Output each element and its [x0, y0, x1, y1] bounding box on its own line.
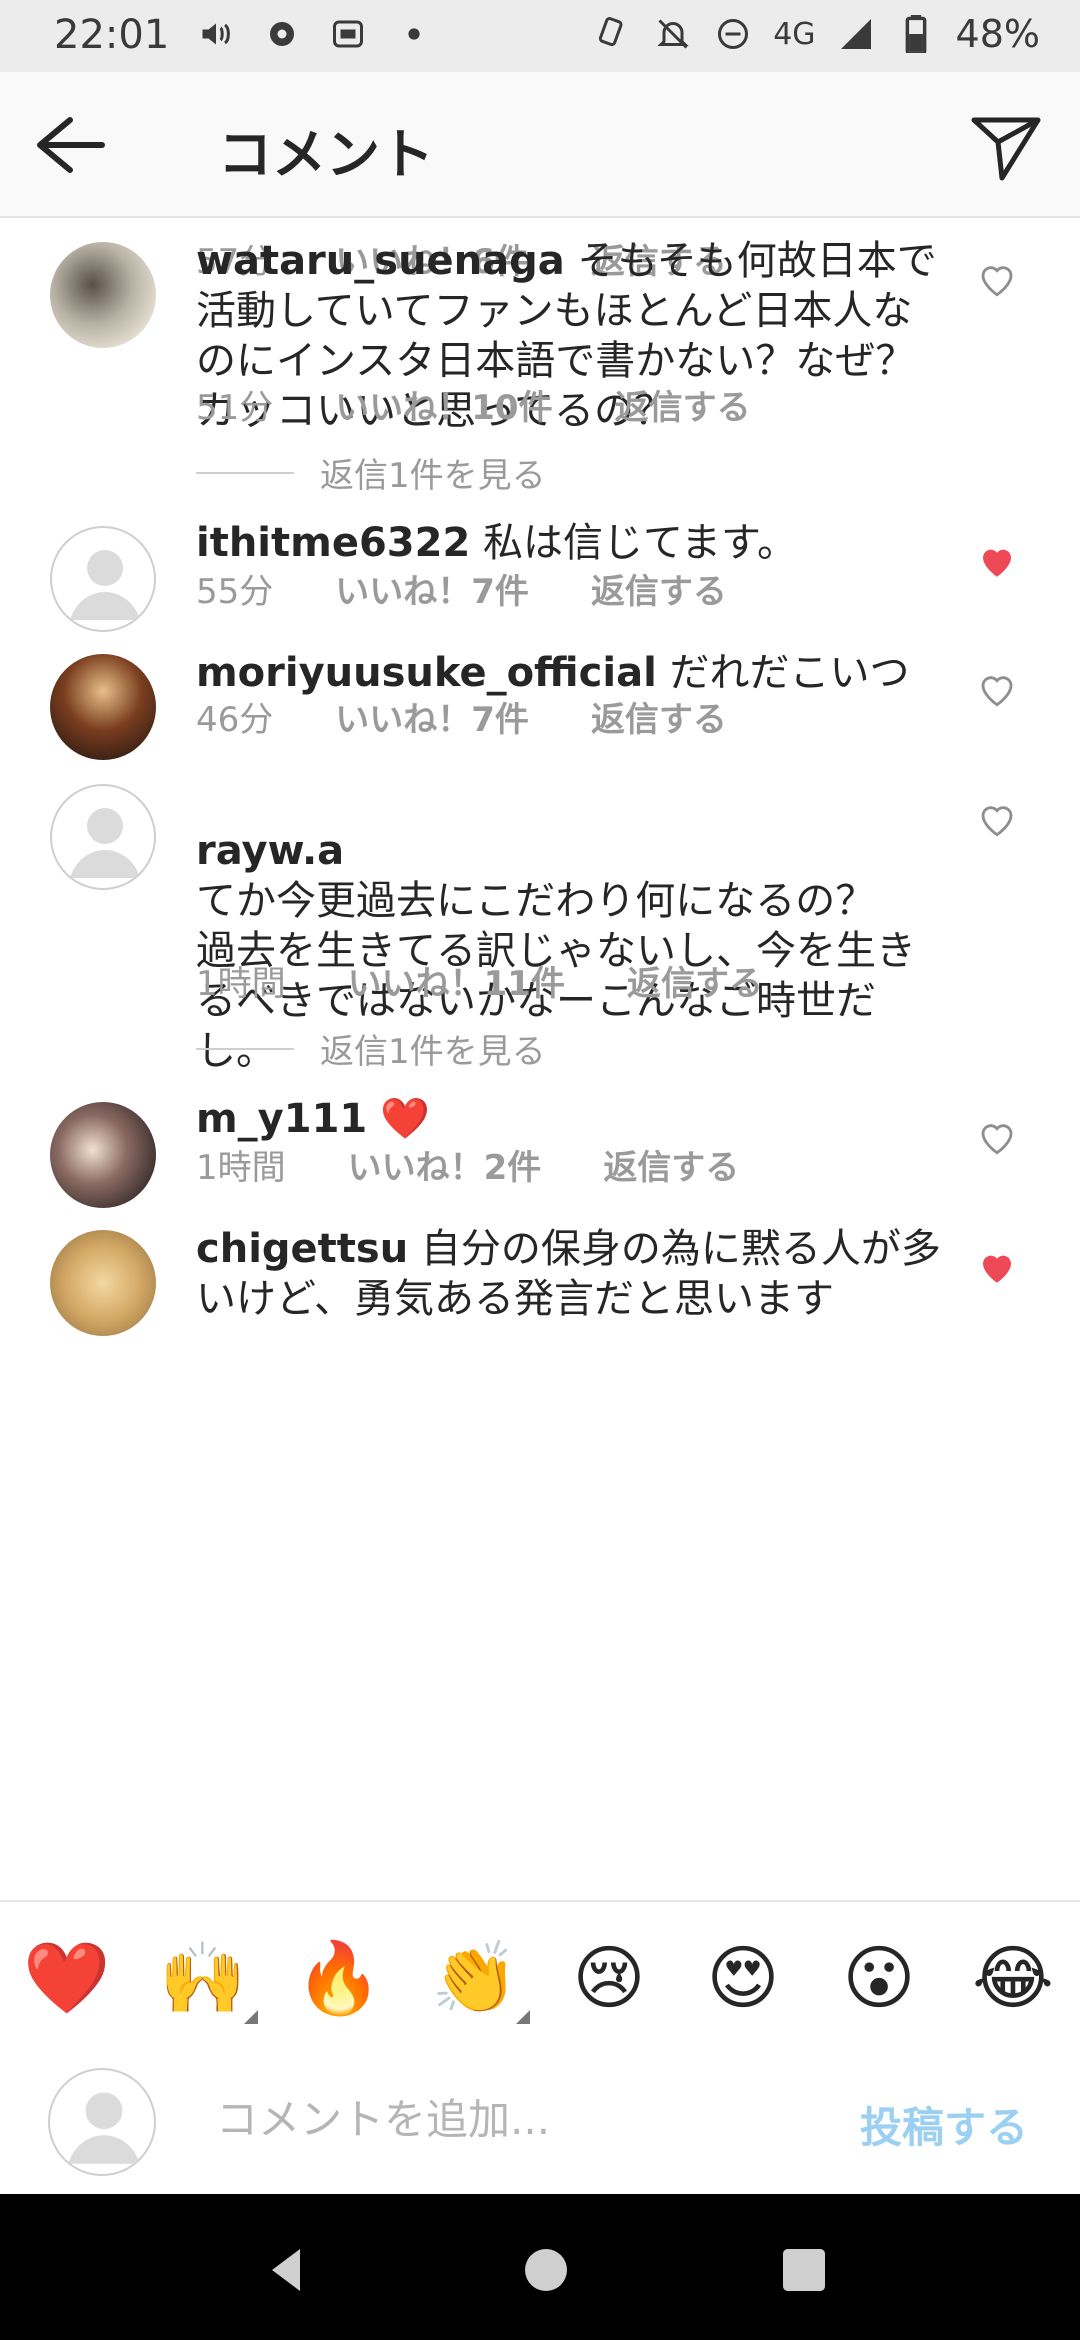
send-icon[interactable]: [966, 106, 1046, 186]
volume-icon: [196, 14, 236, 54]
comment-text: ❤️: [379, 1096, 430, 1142]
emoji-raised-hands[interactable]: 🙌: [158, 1937, 258, 2024]
comment-meta: 51分 いいね！10件 返信する: [196, 380, 751, 429]
back-triangle-icon[interactable]: [258, 2242, 314, 2298]
comment-username[interactable]: m_y111: [196, 1096, 367, 1142]
avatar[interactable]: [50, 526, 156, 632]
emoji-laughing[interactable]: 😂: [968, 1938, 1058, 2018]
emoji-heart-eyes[interactable]: 😍: [698, 1938, 788, 2018]
comment-username[interactable]: moriyuusuke_official: [196, 650, 657, 696]
comment-time: 1時間: [196, 964, 286, 1004]
comment-input[interactable]: [214, 2088, 818, 2150]
recents-square-icon[interactable]: [776, 2242, 832, 2298]
avatar[interactable]: [50, 654, 156, 760]
view-replies-label[interactable]: 返信1件を見る: [320, 448, 546, 497]
divider: [196, 1047, 294, 1050]
status-time: 22:01: [54, 12, 170, 58]
system-nav-bar: [0, 2194, 1080, 2340]
like-heart-icon[interactable]: [976, 668, 1018, 710]
status-bar: 22:01 4G 48%: [0, 0, 1080, 72]
comment-likes[interactable]: いいね！2件: [348, 1140, 542, 1189]
comment-body: chigettsu 自分の保身の為に黙る人が多いけど、勇気ある発言だと思います: [196, 1224, 944, 1324]
comment-username[interactable]: ithitme6322: [196, 520, 470, 566]
skin-tone-indicator-icon: [244, 2010, 258, 2024]
emoji-clapping-glyph: 👏: [431, 1937, 519, 2019]
aupay-icon: [328, 14, 368, 54]
liked-heart-icon[interactable]: [976, 1246, 1018, 1288]
comment-time: 55分: [196, 572, 274, 612]
default-avatar-icon: [70, 808, 140, 878]
avatar[interactable]: [50, 784, 156, 890]
emoji-raised-hands-glyph: 🙌: [159, 1937, 247, 2019]
comment-likes[interactable]: いいね！7件: [335, 692, 529, 741]
view-replies-label[interactable]: 返信1件を見る: [320, 1024, 546, 1073]
emoji-fire[interactable]: 🔥: [294, 1938, 384, 2018]
comment-body: moriyuusuke_official だれだこいつ: [196, 648, 944, 698]
default-avatar-icon: [68, 2092, 140, 2164]
like-heart-icon[interactable]: [976, 1116, 1018, 1158]
comment-meta: 1時間 いいね！2件 返信する: [196, 1140, 739, 1189]
post-button[interactable]: 投稿する: [860, 2094, 1028, 2155]
reply-button[interactable]: 返信する: [591, 564, 727, 613]
signal-icon: [836, 14, 876, 54]
dot-icon: [394, 14, 434, 54]
comment-time: 46分: [196, 700, 274, 740]
comment-username[interactable]: wataru_suenaga: [196, 238, 565, 284]
comment-username[interactable]: chigettsu: [196, 1226, 408, 1272]
emoji-quick-bar: ❤️ 🙌 🔥 👏 😢 😍 😮 😂: [0, 1900, 1080, 2048]
nfc-icon: [593, 14, 633, 54]
comment-likes[interactable]: いいね！10件: [335, 380, 552, 429]
emoji-heart[interactable]: ❤️: [22, 1938, 112, 2018]
comment-body: ithitme6322 私は信じてます。: [196, 518, 944, 568]
comment-time: 51分: [196, 388, 274, 428]
reply-button[interactable]: 返信する: [615, 380, 751, 429]
comment-username[interactable]: rayw.a: [196, 828, 344, 874]
comment-text: 私は信じてます。: [483, 520, 797, 566]
bell-off-icon: [653, 14, 693, 54]
comment-body: m_y111 ❤️: [196, 1094, 944, 1144]
comment-time: 1時間: [196, 1148, 286, 1188]
dnd-icon: [713, 14, 753, 54]
avatar[interactable]: [50, 1230, 156, 1336]
reply-button[interactable]: 返信する: [603, 1140, 739, 1189]
like-heart-icon[interactable]: [976, 258, 1018, 300]
comment-text: だれだこいつ: [669, 650, 910, 696]
like-heart-icon[interactable]: [976, 798, 1018, 840]
gear-icon: [262, 14, 302, 54]
comment-meta: 1時間 いいね！11件 返信する: [196, 956, 763, 1005]
skin-tone-indicator-icon: [516, 2010, 530, 2024]
comment-likes[interactable]: いいね！7件: [335, 564, 529, 613]
reply-button[interactable]: 返信する: [591, 692, 727, 741]
reply-button[interactable]: 返信する: [627, 956, 763, 1005]
emoji-crying[interactable]: 😢: [564, 1938, 654, 2018]
liked-heart-icon[interactable]: [976, 540, 1018, 582]
header: コメント: [0, 72, 1080, 218]
view-replies-button[interactable]: 返信1件を見る: [196, 1024, 546, 1073]
default-avatar-icon: [70, 550, 140, 620]
emoji-clapping[interactable]: 👏: [430, 1937, 530, 2024]
status-right-icons: 4G 48%: [593, 12, 1040, 56]
home-circle-icon[interactable]: [518, 2242, 574, 2298]
view-replies-button[interactable]: 返信1件を見る: [196, 448, 546, 497]
avatar[interactable]: [50, 242, 156, 348]
comment-list[interactable]: 57分 いいね！6件 返信する wataru_suenaga そもそも何故日本で…: [0, 216, 1080, 1900]
comment-likes[interactable]: いいね！11件: [348, 956, 565, 1005]
network-type: 4G: [773, 16, 816, 52]
comment-meta: 46分 いいね！7件 返信する: [196, 692, 727, 741]
page-title: コメント: [218, 123, 434, 186]
battery-icon: [896, 14, 936, 54]
back-arrow-icon[interactable]: [30, 110, 110, 180]
avatar[interactable]: [50, 1102, 156, 1208]
status-left-icons: [196, 14, 434, 54]
my-avatar: [48, 2068, 156, 2176]
emoji-surprised[interactable]: 😮: [834, 1938, 924, 2018]
comment-composer: 投稿する: [0, 2046, 1080, 2194]
divider: [196, 471, 294, 474]
comment-meta: 55分 いいね！7件 返信する: [196, 564, 727, 613]
battery-level: 48%: [955, 12, 1040, 56]
